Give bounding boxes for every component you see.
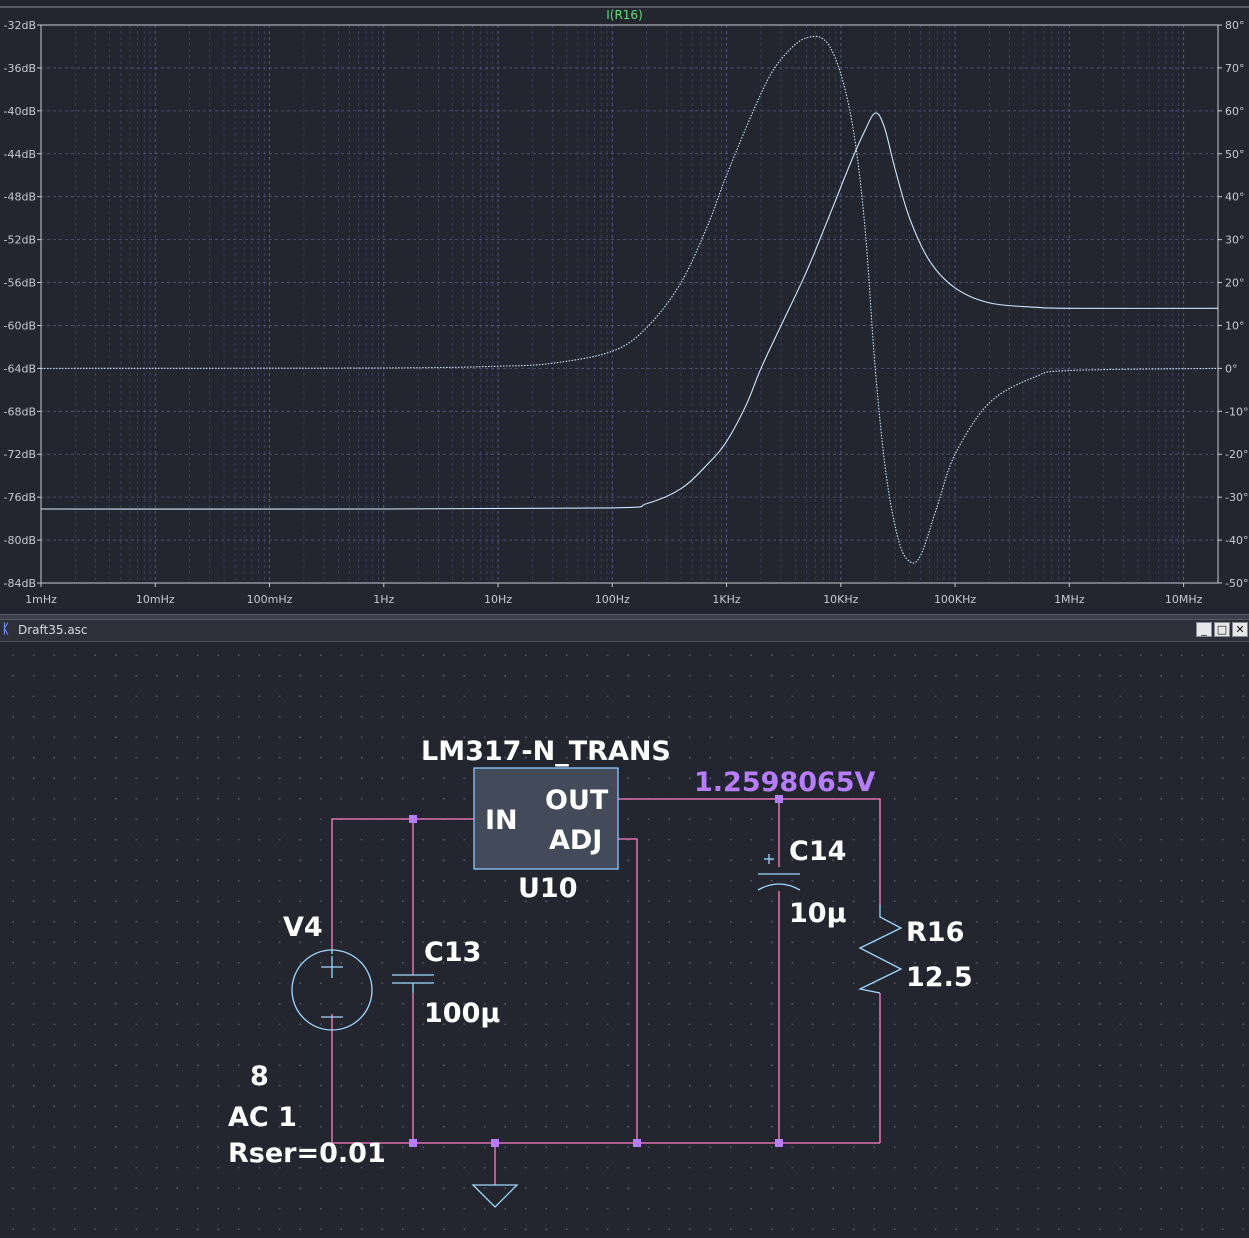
magnitude-trace[interactable]: [40, 112, 1219, 510]
c14-value-label[interactable]: 10µ: [789, 898, 846, 929]
junction-dot: [409, 1139, 417, 1147]
capacitor-c13[interactable]: [392, 974, 434, 993]
left-tick-label: -72dB: [4, 448, 37, 461]
v4-ref-label[interactable]: V4: [283, 912, 323, 943]
x-tick-label: 1mHz: [25, 593, 57, 606]
r16-value-label[interactable]: 12.5: [906, 962, 973, 993]
ltspice-app-icon: ᛕ: [2, 622, 10, 637]
left-tick-label: -40dB: [4, 105, 37, 118]
x-tick-label: 10MHz: [1165, 593, 1203, 606]
regulator-ref-label[interactable]: U10: [518, 873, 578, 904]
c13-ref-label[interactable]: C13: [424, 937, 481, 968]
right-tick-label: 60°: [1225, 105, 1245, 118]
v4-dc-value[interactable]: 8: [250, 1061, 269, 1092]
node-voltage-label[interactable]: 1.2598065V: [694, 767, 875, 798]
left-tick-label: -64dB: [4, 362, 37, 375]
right-tick-label: -40°: [1225, 534, 1248, 547]
plot-axes: -32dB-36dB-40dB-44dB-48dB-52dB-56dB-60dB…: [0, 6, 1249, 606]
window-title: Draft35.asc: [18, 623, 88, 637]
phase-trace[interactable]: [40, 35, 1219, 564]
left-tick-label: -80dB: [4, 534, 37, 547]
right-tick-label: 0°: [1225, 362, 1238, 375]
left-tick-label: -52dB: [4, 234, 37, 247]
junction-dot: [775, 1139, 783, 1147]
x-tick-label: 10mHz: [136, 593, 175, 606]
right-tick-label: -20°: [1225, 448, 1248, 461]
left-tick-label: -36dB: [4, 62, 37, 75]
x-tick-label: 1Hz: [373, 593, 394, 606]
restore-button[interactable]: □: [1214, 622, 1230, 637]
right-tick-label: 20°: [1225, 277, 1245, 290]
right-tick-label: -30°: [1225, 491, 1248, 504]
ground-symbol[interactable]: [471, 1184, 519, 1208]
wire-input[interactable]: [331, 818, 474, 950]
resistor-r16[interactable]: [857, 905, 903, 994]
x-tick-label: 100KHz: [934, 593, 976, 606]
plot-grid: [40, 24, 1219, 584]
junction-dot: [491, 1139, 499, 1147]
plot-frame: [40, 24, 1219, 584]
plot-traces: [40, 35, 1219, 564]
right-tick-label: -50°: [1225, 577, 1248, 590]
junction-dot: [633, 1139, 641, 1147]
x-tick-label: 1KHz: [712, 593, 740, 606]
right-tick-label: -10°: [1225, 405, 1248, 418]
schematic-canvas[interactable]: [0, 642, 1249, 1238]
schematic-editor[interactable]: LM317-N_TRANS IN OUT ADJ U10 1.2598065V …: [0, 642, 1249, 1238]
v4-ac-value[interactable]: AC 1: [228, 1102, 297, 1133]
waveform-viewer[interactable]: -32dB -36dB -40dB -44dB -48dB -52dB -56dB -60dB…: [0, 0, 1249, 614]
junction-dot: [409, 815, 417, 823]
x-tick-label: 10Hz: [484, 593, 512, 606]
left-tick-label: -68dB: [4, 405, 37, 418]
x-tick-label: 10KHz: [823, 593, 858, 606]
left-tick-label: -56dB: [4, 277, 37, 290]
regulator-model-label[interactable]: LM317-N_TRANS: [421, 736, 671, 767]
c14-ref-label[interactable]: C14: [789, 836, 846, 867]
left-tick-label: -48dB: [4, 191, 37, 204]
r16-ref-label[interactable]: R16: [906, 917, 964, 948]
left-tick-label: -84dB: [4, 577, 37, 590]
bode-plot[interactable]: -32dB-36dB-40dB-44dB-48dB-52dB-56dB-60dB…: [0, 0, 1249, 614]
x-tick-label: 1MHz: [1054, 593, 1085, 606]
left-tick-label: -76dB: [4, 491, 37, 504]
pin-adj-label: ADJ: [549, 825, 603, 856]
close-button[interactable]: ✕: [1232, 622, 1248, 637]
x-tick-label: 100mHz: [247, 593, 293, 606]
wire-adj[interactable]: [618, 838, 638, 1143]
schematic-window-titlebar: ᛕ Draft35.asc _ □ ✕: [0, 620, 1249, 642]
pin-in-label: IN: [485, 805, 518, 836]
trace-label[interactable]: I(R16): [0, 8, 1249, 22]
wire-ground-bus[interactable]: [331, 1014, 880, 1144]
v4-rser-value[interactable]: Rser=0.01: [228, 1138, 386, 1169]
c13-value-label[interactable]: 100µ: [424, 998, 500, 1029]
left-tick-label: -44dB: [4, 148, 37, 161]
right-tick-label: 40°: [1225, 191, 1245, 204]
right-tick-label: 50°: [1225, 148, 1245, 161]
right-tick-label: 70°: [1225, 62, 1245, 75]
right-tick-label: 30°: [1225, 234, 1245, 247]
right-tick-label: 10°: [1225, 319, 1245, 332]
pin-out-label: OUT: [545, 785, 609, 816]
left-tick-label: -60dB: [4, 319, 37, 332]
minimize-button[interactable]: _: [1196, 622, 1212, 637]
x-tick-label: 100Hz: [595, 593, 630, 606]
